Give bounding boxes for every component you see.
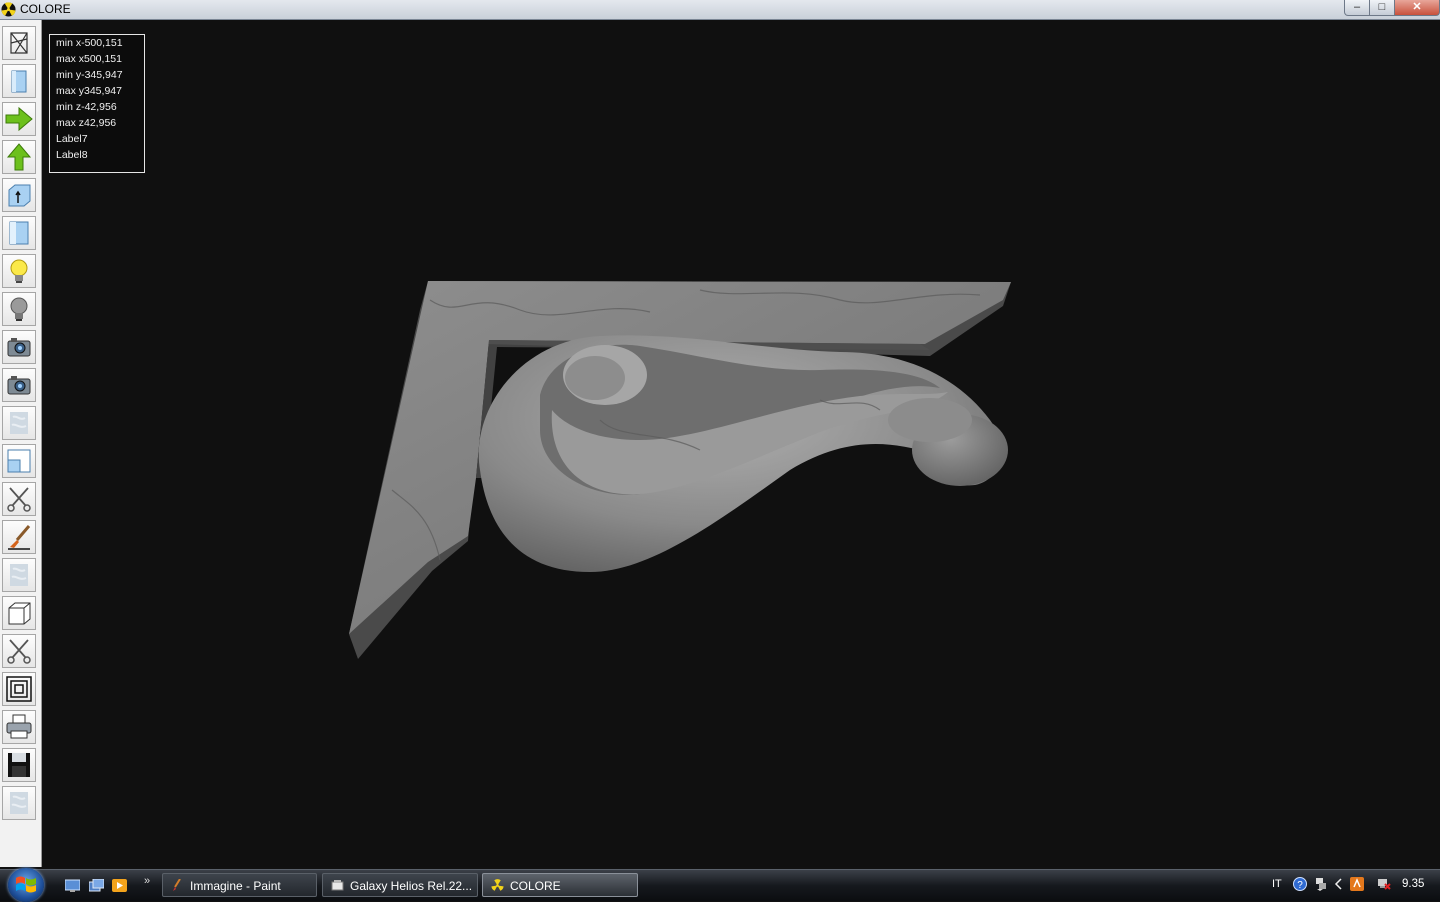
scissors-button[interactable] <box>2 482 36 516</box>
language-indicator[interactable]: IT <box>1272 878 1282 890</box>
marble-corbel-model <box>349 281 1011 659</box>
solid-view-icon <box>11 70 27 93</box>
brush-button[interactable] <box>2 520 36 554</box>
windows-logo-icon <box>16 876 36 893</box>
panel-button[interactable] <box>2 216 36 250</box>
camera-alt-icon <box>7 376 31 395</box>
network-tray-icon[interactable] <box>1314 877 1328 891</box>
save-icon <box>8 753 30 777</box>
window-split-button[interactable] <box>2 444 36 478</box>
texture-2-icon <box>10 564 28 586</box>
solid-view-button[interactable] <box>2 64 36 98</box>
camera-alt-button[interactable] <box>2 368 36 402</box>
max-x-label: max x500,151 <box>56 53 122 65</box>
arrow-up-button[interactable] <box>2 140 36 174</box>
min-x-label: min x-500,151 <box>56 37 123 49</box>
extrude-button[interactable] <box>2 178 36 212</box>
min-z-label: min z-42,956 <box>56 101 117 113</box>
window-split-icon <box>7 449 31 473</box>
max-z-label: max z42,956 <box>56 117 117 129</box>
texture-2-button[interactable] <box>2 558 36 592</box>
task-label: COLORE <box>510 879 561 893</box>
min-y-label: min y-345,947 <box>56 69 123 81</box>
task-colore[interactable]: COLORE <box>482 873 638 897</box>
wireframe-icon <box>10 32 28 54</box>
clock[interactable]: 9.35 <box>1402 878 1424 890</box>
save-button[interactable] <box>2 748 36 782</box>
texture-3-icon <box>10 792 28 814</box>
light-on-icon <box>10 259 28 283</box>
light-off-button[interactable] <box>2 292 36 326</box>
print-button[interactable] <box>2 710 36 744</box>
brush-icon <box>8 525 31 550</box>
minimize-button[interactable]: – <box>1344 0 1370 16</box>
taskbar: » Immagine - Paint Galaxy Helios Rel.22.… <box>0 868 1440 902</box>
light-on-button[interactable] <box>2 254 36 288</box>
maximize-button[interactable]: □ <box>1369 0 1395 16</box>
task-paint[interactable]: Immagine - Paint <box>162 873 317 897</box>
texture-button[interactable] <box>2 406 36 440</box>
texture-3-button[interactable] <box>2 786 36 820</box>
close-button[interactable]: ✕ <box>1394 0 1440 16</box>
quick-launch-more[interactable]: » <box>144 875 150 887</box>
task-galaxy-helios[interactable]: Galaxy Helios Rel.22... <box>322 873 478 897</box>
window-title: COLORE <box>20 2 71 16</box>
light-off-icon <box>10 297 28 321</box>
texture-icon <box>10 412 28 434</box>
title-bar: COLORE – □ ✕ <box>0 0 1440 20</box>
wireframe-button[interactable] <box>2 26 36 60</box>
start-button[interactable] <box>8 868 44 902</box>
printer-icon <box>6 714 32 739</box>
scissors-2-button[interactable] <box>2 634 36 668</box>
tool-bar <box>0 20 42 867</box>
switch-windows-icon[interactable] <box>89 879 104 892</box>
network-disconnected-icon[interactable] <box>1377 877 1391 891</box>
offset-button[interactable] <box>2 672 36 706</box>
cube-icon <box>8 602 31 625</box>
label8: Label8 <box>56 149 88 161</box>
extrude-box-icon <box>8 184 31 207</box>
app-tray-icon[interactable] <box>1350 877 1364 891</box>
folder-icon <box>331 880 344 891</box>
cube-button[interactable] <box>2 596 36 630</box>
camera-button[interactable] <box>2 330 36 364</box>
task-label: Immagine - Paint <box>190 879 281 893</box>
arrow-up-icon <box>6 143 32 171</box>
camera-icon <box>7 338 31 357</box>
arrow-right-icon <box>5 106 33 132</box>
task-label: Galaxy Helios Rel.22... <box>350 879 473 893</box>
max-y-label: max y345,947 <box>56 85 122 97</box>
radiation-icon <box>491 879 504 891</box>
concentric-squares-icon <box>6 676 32 702</box>
scissors-icon <box>7 487 31 512</box>
label7: Label7 <box>56 133 88 145</box>
show-desktop-icon[interactable] <box>65 879 80 892</box>
radiation-icon <box>1 2 16 17</box>
media-player-icon[interactable] <box>112 879 127 892</box>
panel-icon <box>9 221 29 245</box>
arrow-right-button[interactable] <box>2 102 36 136</box>
paint-icon <box>173 879 181 891</box>
scissors-2-icon <box>7 639 31 664</box>
show-hidden-icons-icon[interactable] <box>1332 877 1346 891</box>
bounds-info-box: min x-500,151 max x500,151 min y-345,947… <box>49 34 145 173</box>
svg-text:?: ? <box>1297 880 1303 891</box>
help-icon[interactable]: ? <box>1293 877 1307 891</box>
